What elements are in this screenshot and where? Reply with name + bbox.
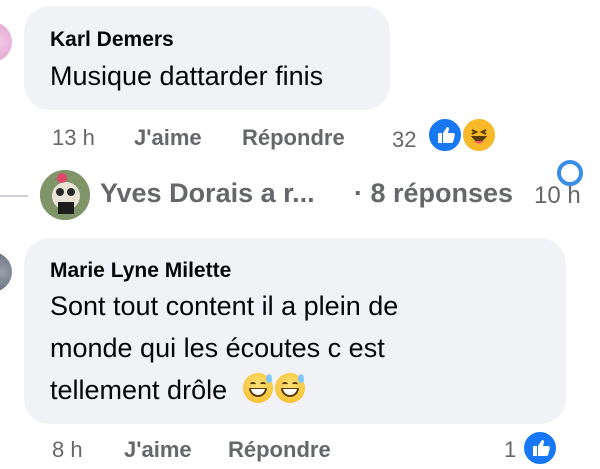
comment-author[interactable]: Marie Lyne Milette (50, 259, 231, 283)
reply-button[interactable]: Répondre (228, 437, 331, 463)
comment-author[interactable]: Karl Demers (50, 28, 174, 52)
haha-icon[interactable] (461, 117, 497, 153)
loading-spinner-icon (557, 160, 583, 186)
replies-summary-text: Yves Dorais a r... (100, 178, 315, 208)
reply-button[interactable]: Répondre (242, 125, 345, 151)
like-icon[interactable] (522, 430, 558, 466)
grinning-sweat-emoji (242, 373, 273, 403)
like-button[interactable]: J'aime (134, 125, 202, 151)
replies-count[interactable]: · 8 réponses (354, 178, 513, 209)
comment-text: Musique dattarder finis (50, 61, 324, 91)
comment-text-line-3: tellement drôle (50, 369, 305, 411)
comment-text-line-2: monde qui les écoutes c est (50, 333, 385, 363)
replies-summary-link[interactable]: Yves Dorais a r... (100, 178, 315, 209)
reply-avatar[interactable] (40, 170, 90, 220)
reaction-count[interactable]: 1 (504, 437, 516, 463)
reply-timestamp[interactable]: 10 h (534, 182, 581, 210)
grinning-sweat-emoji (274, 373, 305, 403)
avatar[interactable] (0, 252, 12, 292)
reaction-count[interactable]: 32 (392, 127, 416, 153)
comment-timestamp[interactable]: 8 h (52, 437, 83, 463)
thread-connector (0, 195, 28, 197)
avatar[interactable] (0, 22, 12, 62)
comment-text: tellement drôle (50, 375, 228, 405)
like-icon[interactable] (427, 117, 463, 153)
comment-timestamp[interactable]: 13 h (52, 125, 95, 151)
comment-text-line-1: Sont tout content il a plein de (50, 291, 399, 321)
like-button[interactable]: J'aime (124, 437, 192, 463)
